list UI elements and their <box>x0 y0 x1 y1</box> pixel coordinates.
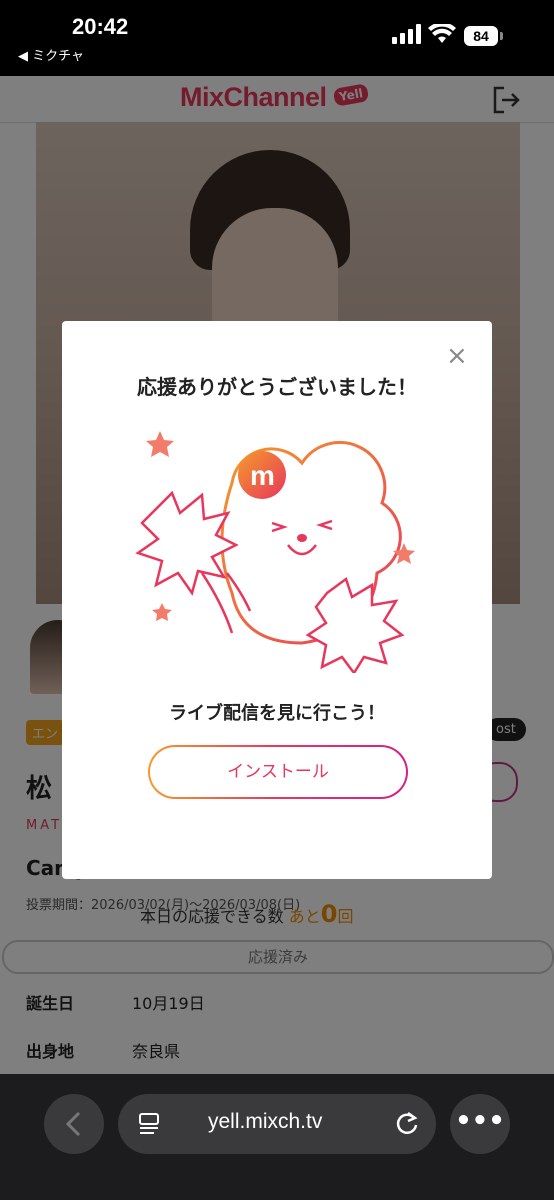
svg-text:m: m <box>250 460 275 491</box>
battery-tip <box>500 32 503 40</box>
install-button[interactable]: インストール <box>148 745 408 799</box>
web-page: MixChannel Yell エン ost 松 MAT Camp 投票期間：2… <box>0 76 554 1074</box>
back-to-app-link[interactable]: ◀ ミクチャ <box>18 45 84 64</box>
chevron-left-icon <box>65 1111 81 1137</box>
close-icon[interactable]: × <box>446 341 468 371</box>
cellular-signal-icon <box>392 24 421 44</box>
clock: 20:42 <box>72 14 129 39</box>
url-text[interactable]: yell.mixch.tv <box>208 1110 322 1134</box>
page-menu-icon[interactable] <box>138 1112 162 1136</box>
address-bar[interactable]: yell.mixch.tv <box>118 1094 436 1154</box>
cheering-mascot-illustration: m <box>135 431 415 673</box>
modal-title: 応援ありがとうございました！ <box>137 375 417 399</box>
status-bar: 20:42 ◀ ミクチャ 84 <box>0 0 554 76</box>
reload-icon[interactable] <box>394 1110 420 1136</box>
modal-subtitle: ライブ配信を見に行こう！ <box>169 703 385 724</box>
battery-indicator: 84 <box>464 26 498 46</box>
back-button[interactable] <box>44 1094 104 1154</box>
install-button-label[interactable]: インストール <box>150 747 406 797</box>
more-options-button[interactable]: ••• <box>450 1094 510 1154</box>
thank-you-modal: × 応援ありがとうございました！ m ライブ配信を見に行こう！ インストール <box>62 321 492 879</box>
wifi-icon <box>428 24 456 43</box>
browser-toolbar: yell.mixch.tv ••• <box>0 1074 554 1200</box>
